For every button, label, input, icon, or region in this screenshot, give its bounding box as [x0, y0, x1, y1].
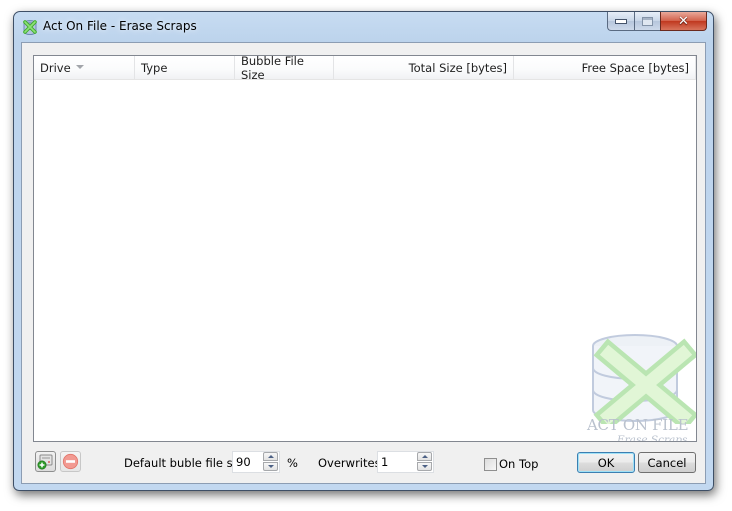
column-header-type[interactable]: Type — [135, 56, 235, 79]
column-label: Type — [141, 60, 168, 75]
drives-list[interactable]: Drive Type Bubble File Size Total Size [… — [33, 55, 697, 442]
overwrites-decrement[interactable] — [417, 462, 432, 471]
product-watermark: ACT ON FILE Erase Scraps — [587, 334, 696, 442]
maximize-button[interactable] — [634, 12, 660, 31]
database-erase-icon — [592, 334, 696, 432]
bubble-size-decrement[interactable] — [263, 462, 278, 471]
close-button[interactable]: ✕ — [660, 12, 707, 31]
dialog-window: Act On File - Erase Scraps ✕ Drive Type — [13, 11, 714, 491]
bottom-toolbar: Default buble file size % Overwrites On … — [22, 451, 705, 479]
column-header-bubble-file-size[interactable]: Bubble File Size — [235, 55, 334, 82]
column-header-total-size[interactable]: Total Size [bytes] — [334, 56, 514, 79]
cancel-button[interactable]: Cancel — [638, 452, 696, 473]
column-label: Bubble File Size — [241, 55, 304, 82]
column-header-drive[interactable]: Drive — [34, 56, 135, 79]
dialog-client-area: Drive Type Bubble File Size Total Size [… — [21, 42, 706, 484]
bubble-size-spinner[interactable] — [232, 451, 280, 473]
spin-buttons — [417, 452, 433, 472]
list-header: Drive Type Bubble File Size Total Size [… — [34, 55, 696, 82]
bubble-size-increment[interactable] — [263, 452, 278, 461]
arrow-up-icon — [267, 455, 274, 458]
arrow-down-icon — [267, 465, 274, 468]
bubble-size-label: Default buble file size — [124, 456, 249, 470]
on-top-checkbox[interactable] — [484, 458, 497, 471]
minimize-button[interactable] — [607, 12, 634, 31]
overwrites-spinner[interactable] — [377, 451, 434, 473]
column-label: Free Space [bytes] — [581, 60, 689, 75]
watermark-subtitle: Erase Scraps — [617, 434, 688, 442]
watermark-title: ACT ON FILE — [587, 416, 689, 434]
app-icon — [23, 20, 37, 35]
spin-buttons — [263, 452, 279, 472]
overwrites-label: Overwrites — [318, 456, 381, 470]
remove-drive-button[interactable] — [60, 451, 81, 472]
close-icon: ✕ — [678, 13, 689, 29]
overwrites-input[interactable] — [381, 455, 411, 469]
column-label: Total Size [bytes] — [408, 60, 507, 75]
overwrites-increment[interactable] — [417, 452, 432, 461]
arrow-down-icon — [421, 465, 428, 468]
caption-buttons: ✕ — [607, 12, 707, 32]
add-drive-icon — [37, 454, 53, 470]
column-label: Drive — [40, 60, 71, 75]
add-drive-button[interactable] — [35, 451, 56, 472]
title-bar[interactable]: Act On File - Erase Scraps ✕ — [14, 12, 713, 42]
remove-icon — [62, 453, 79, 470]
bubble-size-input[interactable] — [236, 455, 266, 469]
arrow-up-icon — [421, 455, 428, 458]
bubble-size-unit: % — [287, 456, 298, 470]
window-title: Act On File - Erase Scraps — [43, 19, 197, 33]
maximize-icon — [642, 16, 653, 26]
ok-button[interactable]: OK — [577, 452, 635, 473]
minimize-icon — [615, 18, 627, 24]
on-top-label[interactable]: On Top — [499, 457, 538, 471]
sort-descending-icon — [76, 65, 84, 69]
column-header-free-space[interactable]: Free Space [bytes] — [514, 56, 696, 79]
